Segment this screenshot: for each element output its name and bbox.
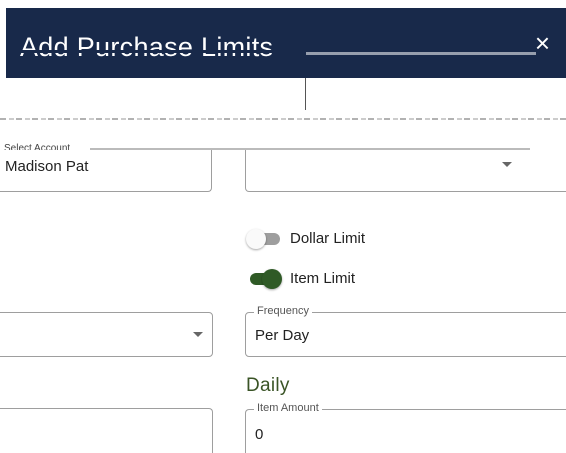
frequency-value: Per Day	[255, 327, 310, 344]
item-amount-label: Item Amount	[254, 402, 322, 414]
right-select[interactable]	[245, 150, 566, 192]
toggle-thumb	[246, 229, 266, 249]
dialog-header: Add Purchase Limits ×	[6, 8, 566, 78]
item-amount-input[interactable]: Item Amount 0	[245, 402, 566, 453]
frequency-select[interactable]: Frequency Per Day	[245, 305, 566, 357]
close-icon[interactable]: ×	[535, 30, 550, 56]
dollar-limit-toggle[interactable]	[246, 228, 282, 250]
item-limit-toggle[interactable]	[246, 268, 282, 290]
section-heading: Daily	[246, 375, 290, 396]
account-select-value: Madison Pat	[5, 158, 89, 175]
dialog-title: Add Purchase Limits	[20, 32, 274, 62]
toggle-thumb	[262, 269, 282, 289]
frequency-label: Frequency	[254, 305, 312, 317]
item-amount-value: 0	[255, 426, 264, 443]
item-limit-label: Item Limit	[290, 270, 356, 287]
chevron-down-icon	[193, 332, 203, 337]
dollar-limit-label: Dollar Limit	[290, 230, 366, 247]
account-select[interactable]: Madison Pat	[0, 150, 212, 192]
left-select[interactable]	[0, 312, 213, 357]
header-artifact-line	[306, 52, 536, 55]
chevron-down-icon	[502, 162, 512, 167]
divider	[305, 78, 306, 110]
left-amount-input[interactable]	[0, 408, 213, 453]
description-text	[0, 112, 566, 126]
